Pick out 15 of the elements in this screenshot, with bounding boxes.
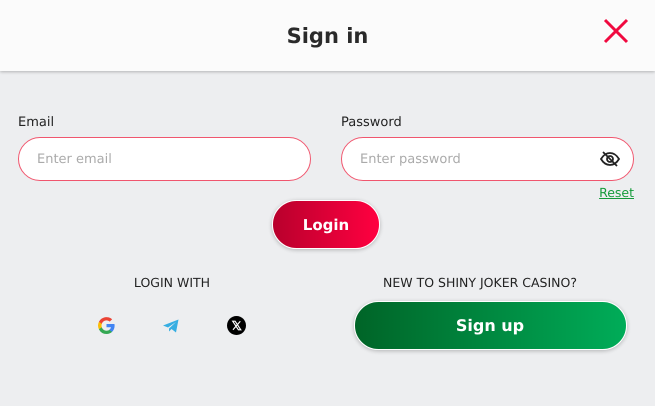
- eye-slash-icon[interactable]: [600, 151, 620, 167]
- paper-plane-icon[interactable]: [163, 318, 179, 332]
- window-title: Sign in: [286, 24, 368, 48]
- field-label: Password: [341, 115, 403, 130]
- password-field[interactable]: Enter password: [341, 137, 634, 181]
- login-button[interactable]: Login: [272, 200, 380, 249]
- close-icon[interactable]: [603, 18, 629, 44]
- google-icon[interactable]: [98, 317, 115, 334]
- field-label: Email: [18, 115, 56, 130]
- login-with-heading: LOGIN WITH: [134, 275, 210, 290]
- reset-link[interactable]: Reset: [599, 185, 634, 200]
- email-field[interactable]: Enter email: [18, 137, 311, 181]
- signup-button[interactable]: Sign up: [354, 301, 626, 350]
- x-logo-icon[interactable]: [227, 316, 246, 335]
- signup-heading: NEW TO SHINY JOKER CASINO?: [382, 275, 577, 290]
